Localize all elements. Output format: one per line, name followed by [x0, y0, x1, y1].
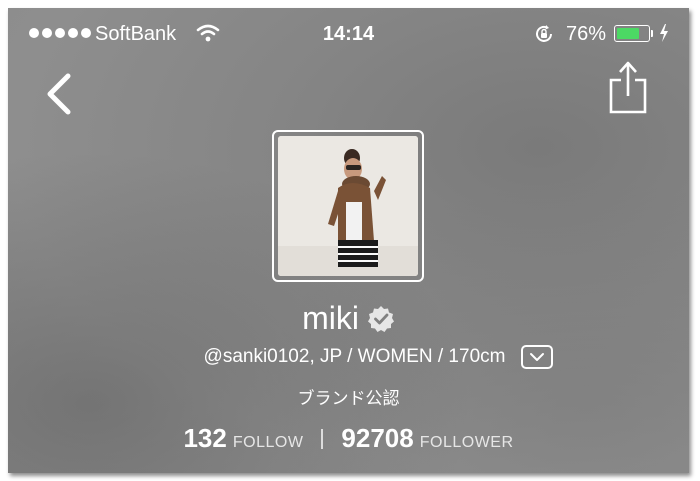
follower-label: FOLLOWER [419, 434, 514, 451]
battery-percent: 76% [566, 23, 607, 45]
profile-meta: @sanki0102, JP / WOMEN / 170cm [203, 346, 506, 367]
profile-name: miki [302, 300, 359, 336]
rotation-lock-icon [533, 23, 555, 51]
follow-stats: 132 FOLLOW 92708 FOLLOWER [8, 423, 689, 454]
profile-meta-row: @sanki0102, JP / WOMEN / 170cm [8, 345, 689, 369]
follow-label: FOLLOW [232, 434, 304, 451]
brand-badge-label: ブランド公認 [297, 389, 400, 408]
stats-divider [321, 428, 324, 449]
status-bar: SoftBank 14:14 76% [8, 8, 689, 52]
chevron-left-icon [47, 73, 71, 115]
follower-stat[interactable]: 92708 FOLLOWER [341, 423, 513, 454]
expand-profile-button[interactable] [521, 345, 554, 369]
avatar-photo [278, 136, 418, 276]
share-button[interactable] [606, 60, 650, 116]
follower-count: 92708 [341, 423, 414, 453]
battery-level-fill [616, 27, 640, 39]
back-button[interactable] [40, 70, 80, 118]
charging-bolt-icon [658, 23, 670, 49]
battery-cap [651, 30, 653, 37]
profile-name-row: miki [8, 300, 689, 337]
battery-icon [614, 25, 650, 42]
follow-stat[interactable]: 132 FOLLOW [183, 423, 303, 454]
avatar[interactable] [272, 130, 424, 282]
verified-badge-icon [367, 305, 395, 333]
profile-screen: SoftBank 14:14 76% miki @sanki0102, JP /… [8, 8, 689, 473]
share-icon [609, 61, 647, 114]
chevron-down-icon [530, 353, 545, 361]
follow-count: 132 [183, 423, 227, 453]
